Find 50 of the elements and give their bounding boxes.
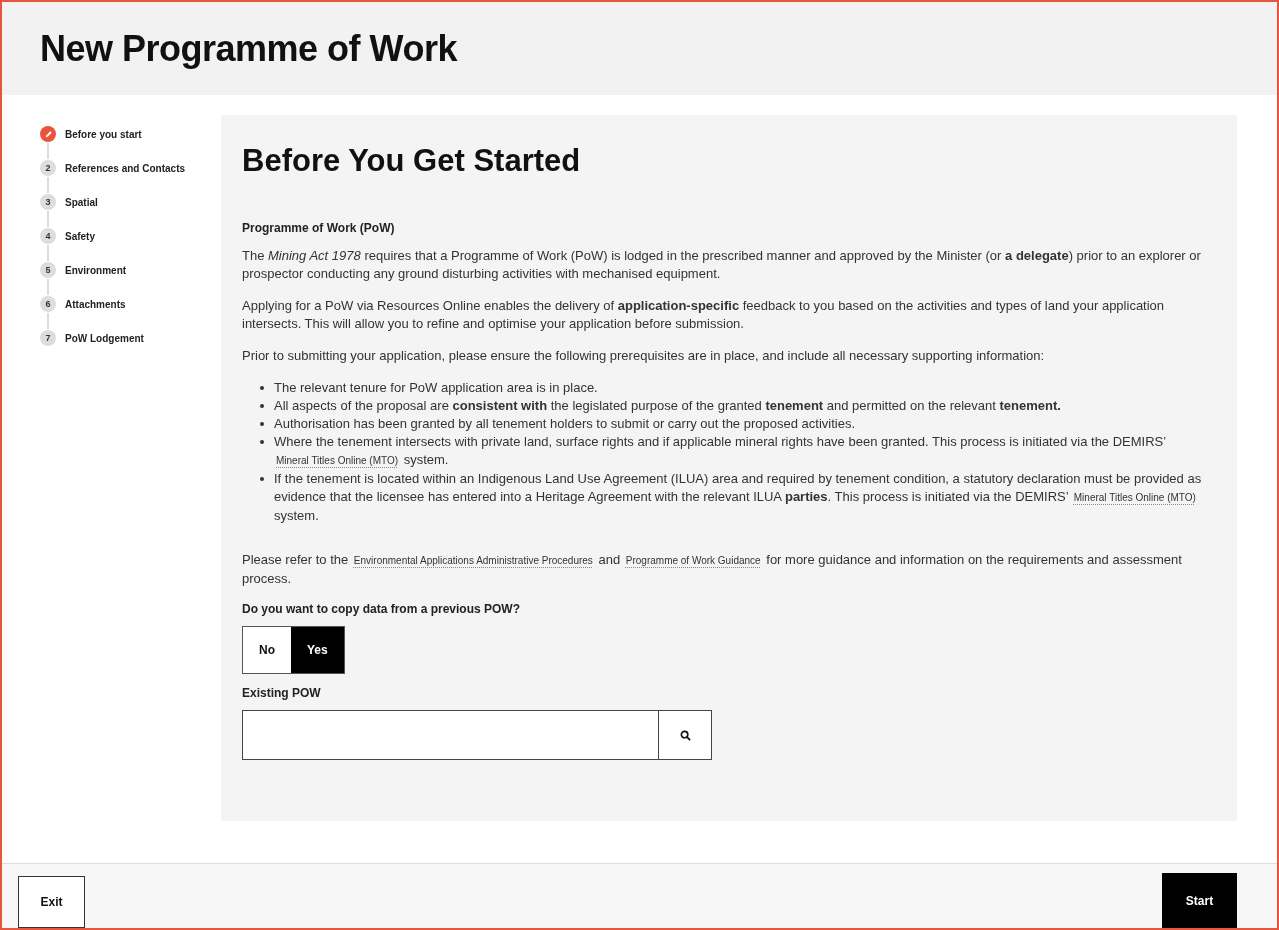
field-label: Existing POW: [242, 686, 322, 700]
page-title: New Programme of Work: [40, 27, 457, 70]
step-number: 2: [40, 160, 56, 176]
search-button[interactable]: [658, 710, 712, 760]
paragraph: Prior to submitting your application, please ensure the following prerequisites are in place, and include all necessary supporting information:: [242, 347, 1046, 365]
search-field[interactable]: [242, 710, 658, 760]
paragraph: The Mining Act 1978 requires that a Programme of Work (PoW) is lodged in the prescribed manner and approved by the Minister (or a delegate) prior to an explorer or prospector conducting any ground disturbing activities with mechanised equipment.: [242, 247, 1202, 283]
text-link[interactable]: Environmental Applications Administrative Procedures: [353, 555, 593, 566]
bullet-icon: [260, 477, 264, 481]
step-label: Attachments: [65, 298, 126, 310]
step-number: 7: [40, 330, 56, 346]
section-heading: Before You Get Started: [242, 143, 582, 179]
text-link[interactable]: Mineral Titles Online (MTO): [1073, 492, 1196, 503]
step-label: Environment: [65, 264, 127, 276]
exit-button[interactable]: Exit: [18, 876, 85, 928]
start-button[interactable]: Start: [1162, 873, 1237, 928]
step-label: PoW Lodgement: [65, 332, 144, 344]
text-link[interactable]: Programme of Work Guidance: [625, 555, 761, 566]
step-number: 3: [40, 194, 56, 210]
step-label: Before you start: [65, 128, 142, 140]
step-label: References and Contacts: [65, 162, 186, 174]
step-item[interactable]: 7 PoW Lodgement: [40, 329, 201, 347]
step-item[interactable]: Before you start: [40, 125, 201, 143]
bullet-icon: [260, 386, 264, 390]
step-label: Spatial: [65, 196, 98, 208]
list-item-text: The relevant tenure for PoW application area is in place.: [274, 379, 598, 397]
step-label: Safety: [65, 230, 95, 242]
step-item[interactable]: 5 Environment: [40, 261, 201, 279]
list-item-text: Where the tenement intersects with private land, surface rights and if applicable mineral rights have been granted. This process is initiated via the DEMIRS’ Mineral Titles Online (MTO) system.: [274, 433, 1167, 469]
bullet-icon: [260, 404, 264, 408]
list-item-text: If the tenement is located within an Indigenous Land Use Agreement (ILUA) area and required by tenement condition, a statutory declaration must be provided as evidence that the licensee has entered into a Heritage Agreement with the relevant ILUA parties. This process is initiated via the DEMIRS’ Mineral Titles Online (MTO) system.: [274, 470, 1203, 525]
step-number: 5: [40, 262, 56, 278]
section-subheading: Programme of Work (PoW): [242, 221, 396, 235]
list-item-text: Authorisation has been granted by all tenement holders to submit or carry out the proposed activities.: [274, 415, 855, 433]
step-item[interactable]: 3 Spatial: [40, 193, 201, 211]
bullet-icon: [260, 422, 264, 426]
step-item[interactable]: 4 Safety: [40, 227, 201, 245]
toggle-option[interactable]: No: [243, 627, 291, 673]
list-item-text: All aspects of the proposal are consistent with the legislated purpose of the granted tenement and permitted on the relevant tenement.: [274, 397, 1061, 415]
paragraph: Please refer to the Environmental Applications Administrative Procedures and Programme of Work Guidance for more guidance and information on the requirements and assessment process.: [242, 551, 1183, 588]
toggle-option[interactable]: Yes: [291, 627, 344, 673]
bullet-icon: [260, 440, 264, 444]
step-item[interactable]: 2 References and Contacts: [40, 159, 201, 177]
step-number: 4: [40, 228, 56, 244]
search-icon: [679, 729, 691, 741]
paragraph: Applying for a PoW via Resources Online enables the delivery of application-specific feedback to you based on the activities and types of land your application intersects. This will allow you to refine and optimise your application before submission.: [242, 297, 1166, 333]
question-label: Do you want to copy data from a previous POW?: [242, 602, 522, 616]
step-number: 6: [40, 296, 56, 312]
text-link[interactable]: Mineral Titles Online (MTO): [276, 455, 399, 466]
step-item[interactable]: 6 Attachments: [40, 295, 201, 313]
